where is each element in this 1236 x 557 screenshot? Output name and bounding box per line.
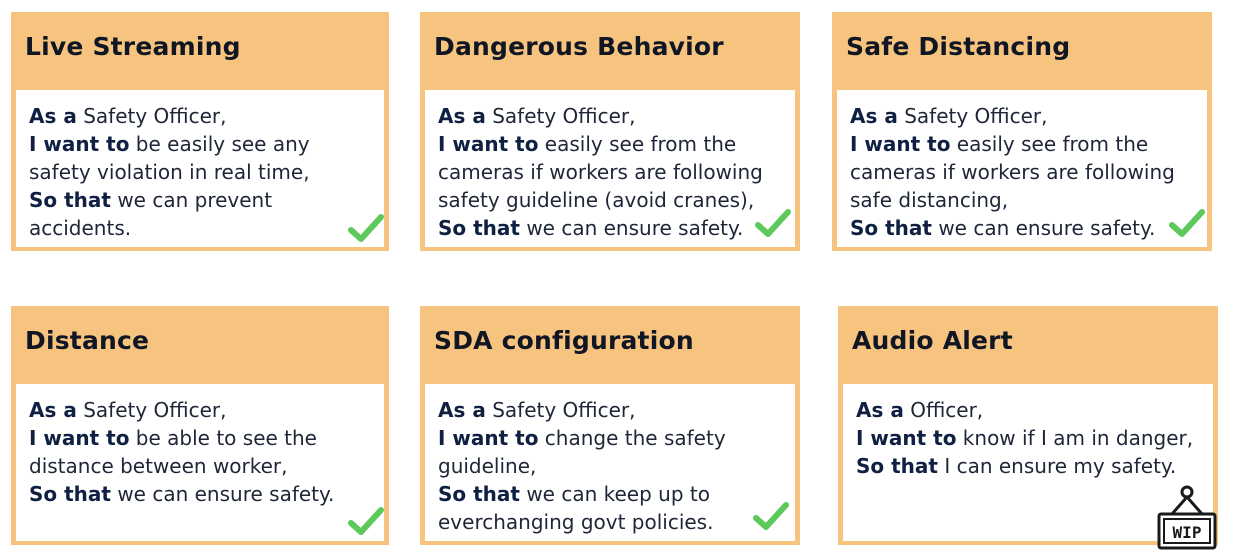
story-line: cameras if workers are following: [438, 160, 763, 184]
wip-label: WIP: [1173, 523, 1202, 542]
story-line: So that we can keep up to: [438, 482, 710, 506]
story-line: As a Safety Officer,: [850, 104, 1048, 128]
card-body: As a Safety Officer, I want to change th…: [425, 384, 795, 541]
card-body: As a Safety Officer, I want to easily se…: [837, 90, 1207, 247]
story-line: So that we can prevent: [29, 188, 273, 212]
story-line: As a Officer,: [856, 398, 984, 422]
card-title: Dangerous Behavior: [434, 32, 724, 61]
card-title: Safe Distancing: [846, 32, 1071, 61]
check-icon: [348, 507, 384, 535]
story-line: As a Safety Officer,: [29, 104, 227, 128]
user-story-card-distance: Distance As a Safety Officer, I want to …: [11, 306, 389, 545]
story-line: distance between worker,: [29, 454, 288, 478]
card-body: As a Safety Officer, I want to be easily…: [16, 90, 384, 247]
wip-sign-icon: WIP: [1157, 485, 1217, 550]
user-story-card-audio-alert: Audio Alert As a Officer, I want to know…: [838, 306, 1218, 550]
check-icon: [755, 209, 791, 237]
story-line: everchanging govt policies.: [438, 510, 714, 534]
card-title: Distance: [25, 326, 150, 355]
story-line: I want to easily see from the: [438, 132, 737, 156]
user-story-card-safe-distancing: Safe Distancing As a Safety Officer, I w…: [832, 12, 1212, 251]
story-line: As a Safety Officer,: [29, 398, 227, 422]
check-icon: [1169, 209, 1205, 237]
story-line: As a Safety Officer,: [438, 398, 636, 422]
card-title: Audio Alert: [852, 326, 1013, 355]
user-story-card-sda-configuration: SDA configuration As a Safety Officer, I…: [420, 306, 800, 545]
story-line: So that we can ensure safety.: [438, 216, 744, 240]
story-line: accidents.: [29, 216, 132, 240]
story-line: safety violation in real time,: [29, 160, 310, 184]
card-body: As a Safety Officer, I want to easily se…: [425, 90, 795, 247]
story-line: I want to be easily see any: [29, 132, 310, 156]
story-line: I want to know if I am in danger,: [856, 426, 1194, 450]
story-line: I want to easily see from the: [850, 132, 1149, 156]
check-icon: [348, 214, 384, 242]
card-title: Live Streaming: [25, 32, 241, 61]
story-line: So that we can ensure safety.: [29, 482, 335, 506]
card-title: SDA configuration: [434, 326, 694, 355]
story-line: So that I can ensure my safety.: [856, 454, 1177, 478]
story-line: safety guideline (avoid cranes),: [438, 188, 755, 212]
story-line: I want to change the safety: [438, 426, 726, 450]
user-story-card-dangerous-behavior: Dangerous Behavior As a Safety Officer, …: [420, 12, 800, 251]
user-story-card-live-streaming: Live Streaming As a Safety Officer, I wa…: [11, 12, 389, 251]
story-line: I want to be able to see the: [29, 426, 317, 450]
story-line: guideline,: [438, 454, 537, 478]
story-line: safe distancing,: [850, 188, 1009, 212]
story-line: cameras if workers are following: [850, 160, 1175, 184]
story-line: So that we can ensure safety.: [850, 216, 1156, 240]
story-line: As a Safety Officer,: [438, 104, 636, 128]
card-body: As a Safety Officer, I want to be able t…: [16, 384, 384, 541]
check-icon: [753, 502, 789, 530]
